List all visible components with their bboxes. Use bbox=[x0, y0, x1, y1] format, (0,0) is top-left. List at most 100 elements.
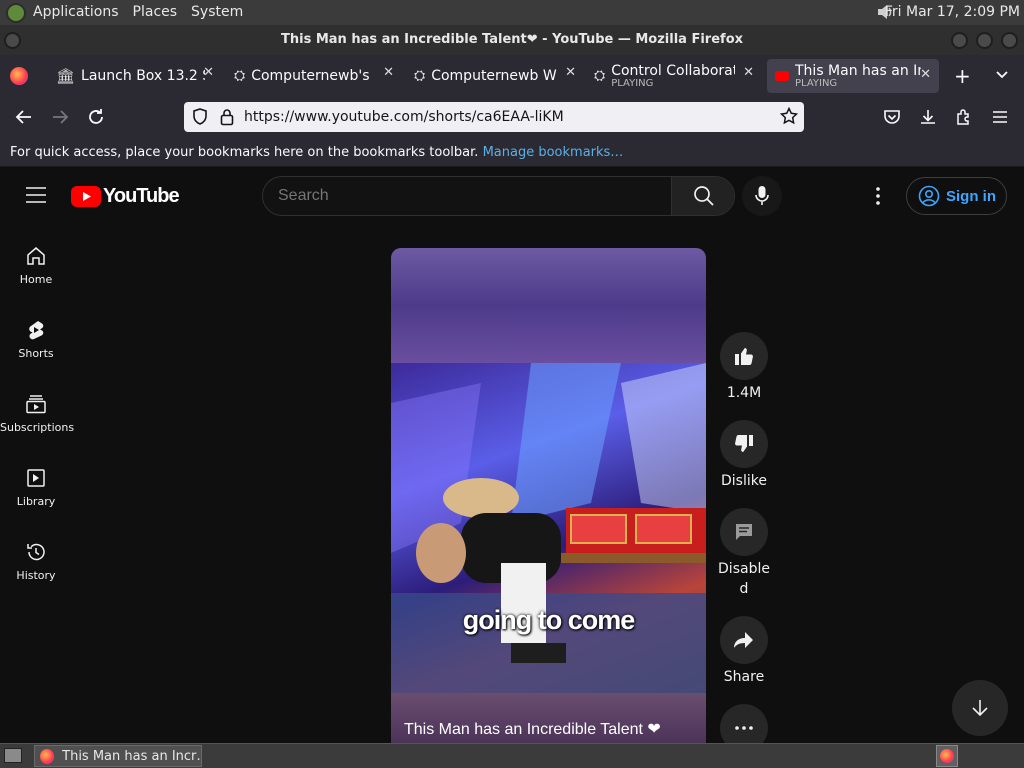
thumbs-down-icon bbox=[735, 435, 753, 452]
share-arrow-icon bbox=[734, 632, 753, 648]
reload-icon[interactable] bbox=[84, 105, 108, 129]
manage-bookmarks-link[interactable]: Manage bookmarks… bbox=[483, 145, 624, 160]
url-text[interactable]: https://www.youtube.com/shorts/ca6EAA-li… bbox=[244, 107, 564, 127]
like-count: 1.4M bbox=[726, 385, 762, 401]
sidebar-item-shorts[interactable]: Shorts bbox=[0, 319, 72, 360]
gnome-foot-icon[interactable] bbox=[6, 2, 26, 23]
tab-control-collaborative[interactable]: ⛭ Control Collaborativ PLAYING ✕ bbox=[588, 59, 758, 93]
new-tab-icon[interactable]: + bbox=[954, 64, 971, 88]
comments-disabled-label: Disable bbox=[718, 561, 770, 577]
tab-label: Computernewb's Int bbox=[251, 68, 375, 84]
bank-icon: 🏛 bbox=[56, 67, 76, 85]
window-title: This Man has an Incredible Talent❤ - You… bbox=[280, 32, 744, 47]
voice-search-button[interactable] bbox=[742, 176, 782, 216]
tab-active-youtube[interactable]: This Man has an Incr PLAYING ✕ bbox=[767, 59, 939, 93]
window-menu-button[interactable] bbox=[4, 32, 21, 49]
shorts-video-player[interactable]: going to come This Man has an Incredible… bbox=[391, 248, 706, 743]
tab-list-icon[interactable] bbox=[994, 66, 1010, 86]
tab-close-icon[interactable]: ✕ bbox=[383, 65, 394, 80]
tab-playing-label: PLAYING bbox=[795, 78, 838, 89]
tab-label: This Man has an Incr bbox=[795, 63, 921, 79]
firefox-view-icon[interactable] bbox=[10, 67, 28, 85]
site-icon: ⛭ bbox=[414, 68, 426, 84]
menu-places[interactable]: Places bbox=[126, 0, 185, 25]
tab-bar: 🏛 Launch Box 13.2 Setu ✕ ⛭ Computernewb'… bbox=[0, 55, 1024, 97]
site-icon: ⛭ bbox=[594, 68, 606, 84]
comments-button[interactable] bbox=[720, 508, 768, 556]
back-arrow-icon[interactable] bbox=[12, 105, 36, 129]
youtube-logo[interactable]: YouTube bbox=[71, 185, 180, 208]
sign-in-label: Sign in bbox=[946, 187, 996, 205]
search-input[interactable] bbox=[263, 177, 671, 215]
tab-computernewb-int[interactable]: ⛭ Computernewb's Int ✕ bbox=[228, 59, 398, 93]
comment-icon bbox=[736, 524, 752, 540]
tab-close-icon[interactable]: ✕ bbox=[920, 67, 931, 82]
tab-computernewb-wiki[interactable]: ⛭ Computernewb Wiki ✕ bbox=[408, 59, 580, 93]
sidebar-label: Shorts bbox=[18, 347, 54, 360]
sidebar-label: Home bbox=[19, 273, 53, 286]
sign-in-button[interactable]: Sign in bbox=[906, 177, 1007, 215]
lock-icon[interactable] bbox=[220, 108, 234, 130]
youtube-favicon-icon bbox=[775, 71, 789, 81]
bottom-taskbar: This Man has an Incr… bbox=[0, 743, 1024, 768]
youtube-page: YouTube Sign in Home Shorts Subscription… bbox=[0, 167, 1024, 752]
share-label: Share bbox=[723, 669, 765, 685]
tab-launch-box[interactable]: 🏛 Launch Box 13.2 Setu ✕ bbox=[50, 59, 218, 93]
tab-close-icon[interactable]: ✕ bbox=[203, 65, 214, 80]
sidebar-label: Subscriptions bbox=[0, 421, 75, 434]
taskbar-window-label: This Man has an Incr… bbox=[62, 748, 201, 764]
hamburger-menu-icon[interactable] bbox=[988, 105, 1012, 129]
tab-label: Launch Box 13.2 Setu bbox=[81, 68, 205, 84]
sidebar-label: Library bbox=[16, 495, 56, 508]
video-top-blur bbox=[391, 248, 706, 363]
shorts-icon bbox=[29, 321, 44, 340]
dislike-button[interactable] bbox=[720, 420, 768, 468]
minimize-button[interactable] bbox=[951, 32, 968, 49]
youtube-play-icon bbox=[71, 186, 101, 207]
stage-stars-image bbox=[391, 363, 706, 693]
like-button[interactable] bbox=[720, 332, 768, 380]
show-desktop-icon[interactable] bbox=[4, 748, 22, 763]
library-icon bbox=[27, 469, 45, 487]
downloads-icon[interactable] bbox=[916, 105, 940, 129]
shield-icon[interactable] bbox=[192, 108, 208, 130]
panel-clock[interactable]: Fri Mar 17, 2:09 PM bbox=[885, 0, 1020, 25]
more-options-icon[interactable] bbox=[868, 186, 888, 210]
sidebar-label: History bbox=[16, 569, 56, 582]
youtube-logo-text: YouTube bbox=[103, 185, 180, 207]
sidebar-item-home[interactable]: Home bbox=[0, 245, 72, 286]
extensions-icon[interactable] bbox=[952, 105, 976, 129]
bookmark-star-icon[interactable] bbox=[779, 106, 799, 129]
close-window-button[interactable] bbox=[1001, 32, 1018, 49]
guide-menu-icon[interactable] bbox=[26, 187, 46, 207]
next-video-button[interactable] bbox=[952, 680, 1008, 736]
tab-close-icon[interactable]: ✕ bbox=[565, 65, 576, 80]
menu-system[interactable]: System bbox=[184, 0, 250, 25]
window-titlebar: This Man has an Incredible Talent❤ - You… bbox=[0, 25, 1024, 55]
navigation-bar: https://www.youtube.com/shorts/ca6EAA-li… bbox=[0, 97, 1024, 139]
tab-close-icon[interactable]: ✕ bbox=[743, 65, 754, 80]
account-icon bbox=[918, 185, 940, 207]
thumbs-up-icon bbox=[735, 348, 753, 365]
sidebar-item-library[interactable]: Library bbox=[0, 467, 72, 508]
video-caption: going to come bbox=[462, 605, 636, 635]
site-icon: ⛭ bbox=[234, 68, 246, 84]
tab-label: Control Collaborativ bbox=[611, 63, 735, 79]
video-title[interactable]: This Man has an Incredible Talent ❤ bbox=[404, 719, 661, 739]
tab-label: Computernewb Wiki bbox=[431, 68, 557, 84]
url-bar[interactable]: https://www.youtube.com/shorts/ca6EAA-li… bbox=[184, 102, 804, 132]
menu-applications[interactable]: Applications bbox=[26, 0, 126, 25]
search-button[interactable] bbox=[671, 177, 734, 215]
maximize-button[interactable] bbox=[976, 32, 993, 49]
comments-disabled-label-wrap: d bbox=[739, 581, 749, 597]
sidebar-item-history[interactable]: History bbox=[0, 541, 72, 582]
top-panel: Applications Places System Fri Mar 17, 2… bbox=[0, 0, 1024, 25]
share-button[interactable] bbox=[720, 616, 768, 664]
taskbar-window-button[interactable]: This Man has an Incr… bbox=[34, 745, 202, 767]
sidebar-item-subscriptions[interactable]: Subscriptions bbox=[0, 393, 75, 434]
arrow-down-icon bbox=[972, 700, 988, 717]
horizontal-dots-icon bbox=[735, 726, 753, 730]
workspace-switcher-icon[interactable] bbox=[936, 745, 958, 767]
pocket-icon[interactable] bbox=[880, 105, 904, 129]
forward-arrow-icon[interactable] bbox=[48, 105, 72, 129]
